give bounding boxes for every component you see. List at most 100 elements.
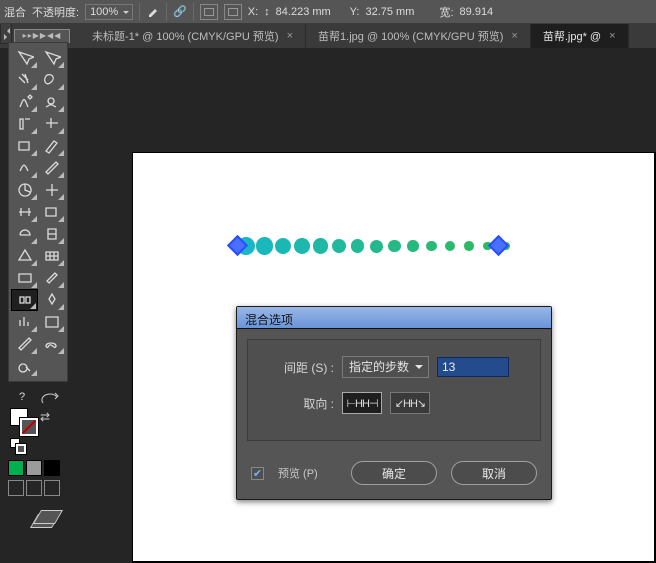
blend-right-handle[interactable] [488,235,509,256]
align-icon[interactable] [200,4,218,20]
w-label: 宽: [439,4,453,20]
w-value[interactable]: 89.914 [460,6,528,18]
help-tool[interactable]: ? [8,386,36,408]
default-stroke-icon[interactable] [16,444,26,454]
x-value[interactable]: 84.223 mm [276,6,344,18]
swap-fill-stroke-icon[interactable]: ⇄ [40,410,50,424]
column-graph-tool[interactable] [11,311,38,333]
flyout-indicator-icon [31,282,37,288]
curvature-pen-tool[interactable] [38,91,65,113]
slice-tool[interactable] [11,333,38,355]
link-xy-icon[interactable]: ↕ [264,6,270,18]
selection-tool[interactable] [11,47,38,69]
lasso-tool[interactable] [38,69,65,91]
shaper-tool[interactable] [11,157,38,179]
screen-mode-icon[interactable] [32,506,62,530]
eyedropper-tool[interactable] [38,267,65,289]
blend-artwork[interactable] [238,236,498,258]
document-tab-2[interactable]: 苗帮.jpg* @× [531,24,629,48]
draw-behind-icon[interactable] [26,480,42,496]
artboard-tool[interactable] [38,311,65,333]
perspective-grid-tool[interactable] [11,245,38,267]
pen-tool[interactable] [11,91,38,113]
swatch-1[interactable] [8,460,24,476]
flyout-indicator-icon [31,194,37,200]
cancel-button[interactable]: 取消 [451,461,537,485]
rectangle-tool[interactable] [11,135,38,157]
document-tab-1[interactable]: 苗帮1.jpg @ 100% (CMYK/GPU 预览) × [306,24,531,48]
opacity-value[interactable]: 100% [85,4,133,20]
cycle-colors-icon[interactable] [36,386,64,408]
eraser-tool[interactable] [38,157,65,179]
gradient-tool[interactable] [11,267,38,289]
preview-label[interactable]: 预览 (P) [278,465,318,481]
eyedropper-icon[interactable] [146,5,160,19]
y-value[interactable]: 32.75 mm [365,6,433,18]
blend-dot [388,240,400,252]
blend-dot [332,239,346,253]
flyout-indicator-icon [58,304,64,310]
dialog-title[interactable]: 混合选项 [237,307,551,329]
shape-builder-tool[interactable] [11,223,38,245]
help-label: ? [19,391,25,403]
draw-normal-icon[interactable] [8,480,24,496]
tool-panel-grip[interactable]: ▸▸▶▶◀◀ [14,29,70,43]
empty-tool-slot [38,355,65,377]
rotate-tool[interactable] [11,179,38,201]
document-tab-label: 苗帮1.jpg @ 100% (CMYK/GPU 预览) [318,28,503,44]
orient-align-to-path-button[interactable]: ↙HH↘ [390,392,430,414]
symbol-sprayer-tool[interactable] [38,289,65,311]
separator [193,3,194,21]
blend-dot [275,238,292,255]
blend-dot [294,238,310,254]
color-swatch-section: ? ⇄ [8,382,68,530]
ok-button[interactable]: 确定 [351,461,437,485]
spacing-select[interactable]: 指定的步数 [342,356,429,378]
hand-tool[interactable] [38,333,65,355]
tool-panel [8,42,68,382]
blend-dot [370,240,383,253]
steps-input[interactable] [437,357,509,377]
orient-label: 取向 : [260,395,334,412]
type-tool[interactable] [11,113,38,135]
puppet-warp-tool[interactable] [38,223,65,245]
flyout-indicator-icon [58,172,64,178]
panel-collapse-handle[interactable] [0,24,12,44]
spacing-select-wrap[interactable]: 指定的步数 [342,356,429,378]
flyout-indicator-icon [31,84,37,90]
flyout-indicator-icon [58,348,64,354]
scale-tool[interactable] [38,179,65,201]
magic-wand-tool[interactable] [11,69,38,91]
flyout-indicator-icon [31,238,37,244]
close-tab-icon[interactable]: × [287,30,293,42]
blend-dot [351,239,365,253]
document-tab-0[interactable]: 未标题-1* @ 100% (CMYK/GPU 预览)× [80,24,306,48]
orient-align-to-page-button[interactable]: ⊢HH⊣ [342,392,382,414]
x-label: X: [248,6,258,18]
width-tool[interactable] [11,201,38,223]
blend-tool[interactable] [11,289,38,311]
close-tab-icon[interactable]: × [511,30,517,42]
free-transform-tool[interactable] [38,201,65,223]
swatch-2[interactable] [26,460,42,476]
flyout-indicator-icon [31,370,37,376]
swatch-3[interactable] [44,460,60,476]
flyout-indicator-icon [58,84,64,90]
transform-icon[interactable] [224,4,242,20]
line-segment-tool[interactable] [38,113,65,135]
stroke-swatch[interactable] [20,418,38,436]
direct-selection-tool[interactable] [38,47,65,69]
paintbrush-tool[interactable] [38,135,65,157]
flyout-indicator-icon [58,106,64,112]
zoom-tool[interactable] [11,355,38,377]
flyout-indicator-icon [58,150,64,156]
draw-inside-icon[interactable] [44,480,60,496]
mesh-tool[interactable] [38,245,65,267]
close-tab-icon[interactable]: × [609,30,615,42]
fill-stroke-control[interactable]: ⇄ [8,408,68,436]
preview-checkbox[interactable] [251,467,264,480]
blend-dot [256,237,273,254]
options-bar: 混合 不透明度: 100% 🔗 X: ↕ 84.223 mm Y: 32.75 … [0,0,656,24]
orient-path-icon: ↙HH↘ [395,397,425,410]
link-icon[interactable]: 🔗 [173,5,187,18]
